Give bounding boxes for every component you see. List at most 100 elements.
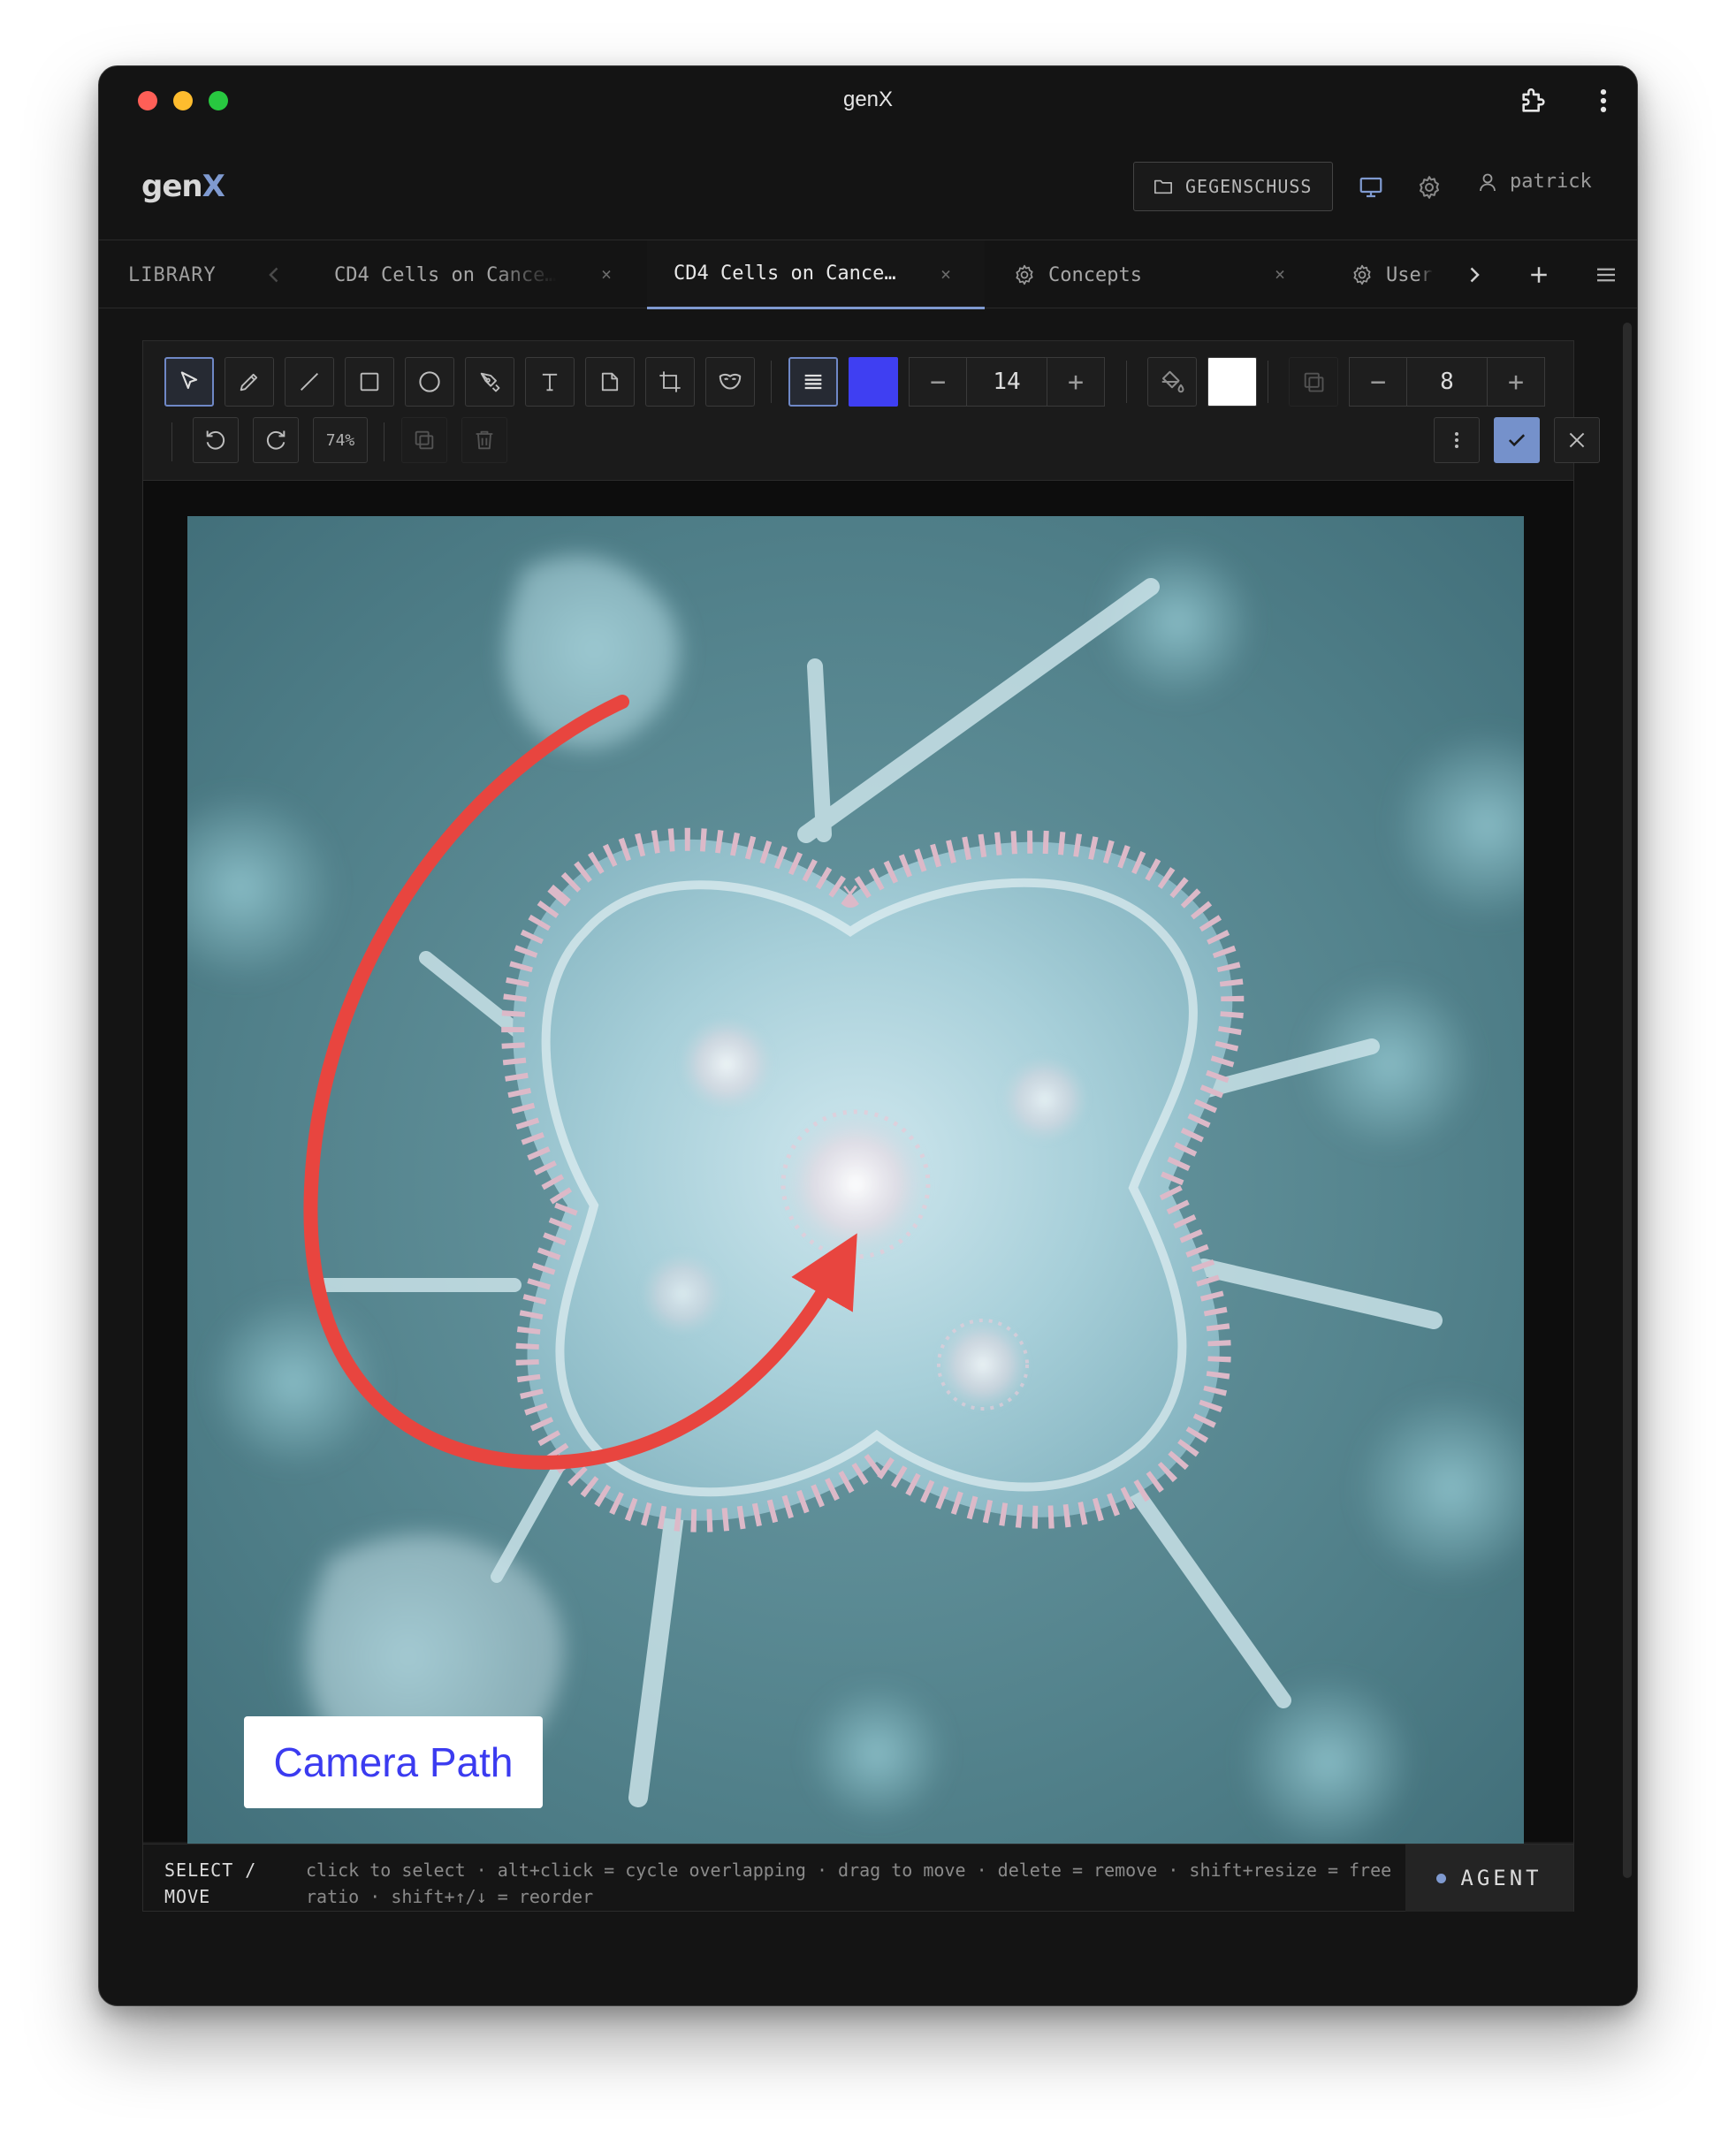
font-size-value[interactable]: 14: [966, 358, 1047, 406]
line-tool-button[interactable]: [285, 357, 334, 407]
layers-copy-icon: [1304, 372, 1324, 392]
project-button[interactable]: GEGENSCHUSS: [1133, 162, 1333, 211]
tab-library[interactable]: LIBRARY: [128, 240, 217, 309]
paint-bucket-icon: [1161, 370, 1184, 393]
logo[interactable]: genX: [141, 169, 225, 204]
decrease-stroke-width-button[interactable]: −: [1350, 358, 1406, 406]
agent-label: AGENT: [1460, 1866, 1542, 1890]
project-label: GEGENSCHUSS: [1185, 176, 1313, 197]
tab-concepts[interactable]: Concepts: [1013, 240, 1142, 309]
agent-button[interactable]: AGENT: [1405, 1844, 1573, 1912]
close-icon: [1569, 432, 1585, 448]
toolbar-separator: [1126, 361, 1127, 403]
fill-tool-button[interactable]: [1147, 357, 1197, 407]
redo-button[interactable]: [253, 417, 299, 463]
agent-status-dot: [1436, 1873, 1447, 1883]
tab-bar: LIBRARY CD4 Cells on Cance… × CD4 Cells …: [99, 240, 1637, 309]
text-tool-button[interactable]: [525, 357, 575, 407]
camera-path-label[interactable]: Camera Path: [244, 1716, 543, 1808]
trash-icon: [476, 430, 493, 450]
tab-label: User: [1386, 263, 1433, 286]
font-size-stepper: − 14 +: [909, 357, 1105, 407]
username: patrick: [1510, 171, 1592, 193]
align-justify-icon: [804, 374, 822, 390]
rectangle-icon: [360, 372, 379, 392]
settings-gear-icon[interactable]: [1416, 174, 1443, 201]
monitor-icon[interactable]: [1358, 174, 1384, 201]
decrease-font-size-button[interactable]: −: [910, 358, 966, 406]
copy-icon: [415, 430, 434, 450]
tab-user[interactable]: User: [1351, 240, 1439, 309]
canvas-area[interactable]: Camera Path: [143, 481, 1573, 1852]
circle-icon: [419, 371, 440, 392]
pen-nib-icon: [480, 372, 500, 392]
tab-label: CD4 Cells on Cance…: [674, 262, 896, 285]
delete-button[interactable]: [461, 417, 507, 463]
note-tool-button[interactable]: [585, 357, 635, 407]
browser-menu-icon[interactable]: [1595, 86, 1612, 116]
logo-accent: X: [202, 169, 225, 204]
fill-color-swatch[interactable]: [1207, 357, 1257, 407]
app-window: genX genX GEGENSCHUSS patrick LIBRARY CD…: [98, 65, 1638, 2006]
image-editor: − 14 + − 8 + 74% Camera Path SELECT / MO…: [142, 340, 1600, 1912]
folder-icon: [1154, 179, 1172, 194]
pen-tool-button[interactable]: [465, 357, 514, 407]
stroke-width-stepper: − 8 +: [1349, 357, 1545, 407]
stroke-width-value[interactable]: 8: [1406, 358, 1488, 406]
mask-tool-button[interactable]: [705, 357, 755, 407]
pencil-tool-button[interactable]: [225, 357, 274, 407]
extension-icon[interactable]: [1519, 86, 1549, 116]
logo-text: gen: [141, 169, 203, 204]
editor-toolbar: − 14 + − 8 + 74%: [143, 341, 1600, 481]
tab-close-icon[interactable]: ×: [601, 263, 612, 285]
crop-icon: [659, 371, 681, 392]
tab-label: Concepts: [1048, 263, 1142, 286]
toolbar-separator: [171, 422, 172, 461]
increase-font-size-button[interactable]: +: [1047, 358, 1104, 406]
sticky-note-icon: [601, 372, 619, 392]
user-icon: [1480, 173, 1496, 191]
app-header: genX GEGENSCHUSS patrick: [99, 135, 1637, 240]
toolbar-separator: [771, 361, 772, 403]
tab-close-icon[interactable]: ×: [1275, 263, 1285, 285]
mask-icon: [719, 373, 742, 390]
kebab-menu-icon: [1455, 432, 1458, 448]
text-icon: [542, 373, 558, 392]
tab-label: CD4 Cells on Cance…: [334, 263, 557, 286]
user-menu[interactable]: patrick: [1478, 171, 1592, 193]
zoom-button[interactable]: 74%: [313, 417, 368, 463]
gear-icon: [1353, 264, 1371, 285]
cancel-button[interactable]: [1554, 417, 1600, 463]
select-tool-button[interactable]: [164, 357, 214, 407]
cursor-arrow-icon: [180, 371, 198, 390]
checkmark-icon: [1508, 434, 1526, 447]
tab-close-icon[interactable]: ×: [940, 263, 951, 285]
more-options-button[interactable]: [1434, 417, 1480, 463]
undo-button[interactable]: [193, 417, 239, 463]
cell-image[interactable]: Camera Path: [187, 516, 1524, 1852]
chevron-left-icon[interactable]: [262, 262, 288, 288]
tool-hint: click to select · alt+click = cycle over…: [306, 1859, 1392, 1907]
tab-cd4-cells-2[interactable]: CD4 Cells on Cance…: [647, 240, 985, 309]
title-bar: genX: [99, 66, 1637, 135]
rectangle-tool-button[interactable]: [345, 357, 394, 407]
window-title: genX: [842, 87, 894, 111]
redo-icon: [266, 430, 286, 450]
align-text-button[interactable]: [788, 357, 838, 407]
undo-icon: [206, 430, 225, 450]
increase-stroke-width-button[interactable]: +: [1488, 358, 1544, 406]
add-tab-icon[interactable]: [1526, 262, 1552, 288]
chevron-right-icon[interactable]: [1460, 262, 1487, 288]
toolbar-separator: [384, 422, 385, 461]
crop-tool-button[interactable]: [645, 357, 695, 407]
duplicate-button[interactable]: [401, 417, 447, 463]
ellipse-tool-button[interactable]: [405, 357, 454, 407]
opacity-button[interactable]: [1289, 357, 1338, 407]
tab-cd4-cells-1[interactable]: CD4 Cells on Cance…: [334, 240, 617, 309]
confirm-button[interactable]: [1494, 417, 1540, 463]
stroke-color-swatch[interactable]: [849, 357, 898, 407]
scrollbar[interactable]: [1623, 323, 1632, 1878]
current-mode: SELECT / MOVE: [164, 1859, 257, 1907]
hamburger-menu-icon[interactable]: [1593, 262, 1619, 288]
line-icon: [301, 373, 318, 391]
